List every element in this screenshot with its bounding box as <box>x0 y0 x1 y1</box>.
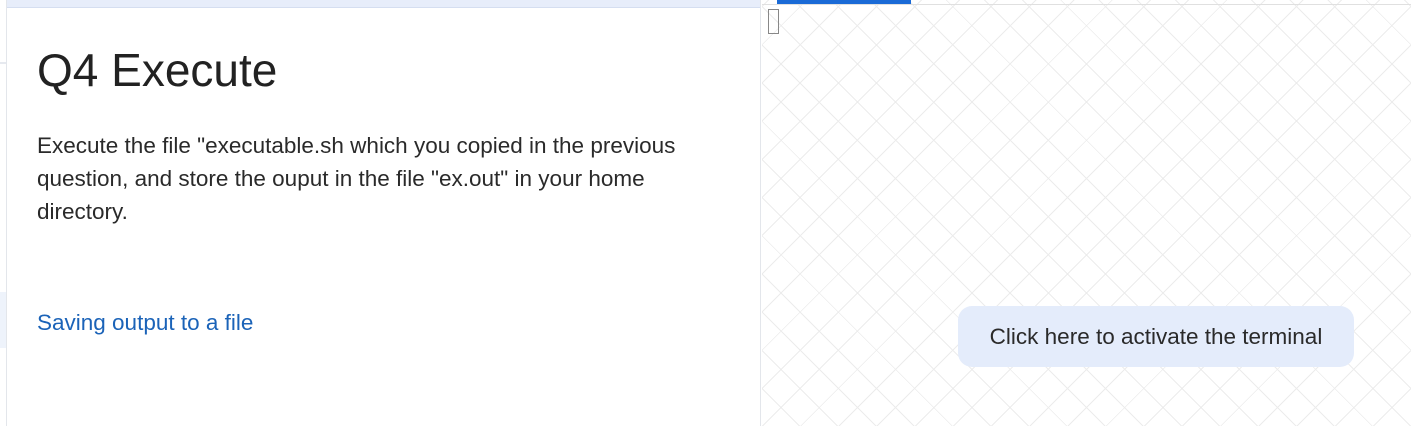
terminal-top-border <box>762 4 1411 5</box>
terminal-tab-indicator[interactable] <box>777 0 911 4</box>
terminal-panel[interactable]: Click here to activate the terminal <box>762 0 1411 426</box>
question-title: Q4 Execute <box>37 44 278 96</box>
app-root: Q4 Execute Execute the file "executable.… <box>0 0 1411 426</box>
activate-terminal-button[interactable]: Click here to activate the terminal <box>958 306 1354 367</box>
question-panel: Q4 Execute Execute the file "executable.… <box>6 0 761 426</box>
terminal-cursor <box>768 9 779 34</box>
saving-output-link[interactable]: Saving output to a file <box>37 307 253 339</box>
question-description: Execute the file "executable.sh which yo… <box>37 133 676 224</box>
question-panel-header-bar <box>7 0 760 8</box>
